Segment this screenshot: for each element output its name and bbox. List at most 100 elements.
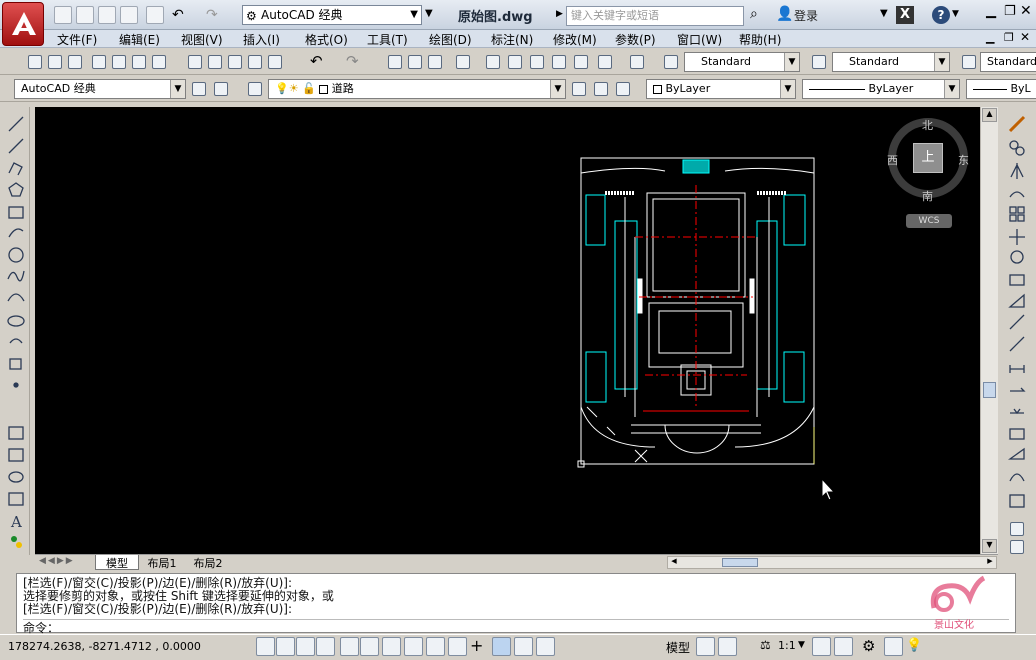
restore-window-button[interactable]: ❐ bbox=[1004, 4, 1016, 19]
selection-cycling-toggle[interactable] bbox=[536, 637, 555, 656]
minimize-window-button[interactable]: ▁ bbox=[986, 4, 996, 19]
grid-toggle[interactable] bbox=[296, 637, 315, 656]
drawing-canvas[interactable] bbox=[35, 107, 980, 554]
open-icon[interactable] bbox=[46, 53, 64, 71]
annotation-visibility-icon[interactable] bbox=[812, 637, 831, 656]
design-center-icon[interactable] bbox=[506, 53, 524, 71]
table-style-icon[interactable] bbox=[960, 53, 978, 71]
help-icon[interactable]: ? bbox=[932, 6, 950, 24]
sheet-set-icon[interactable] bbox=[550, 53, 568, 71]
calculator-icon[interactable] bbox=[596, 53, 614, 71]
application-menu-button[interactable] bbox=[2, 2, 44, 46]
zoom-previous-icon[interactable] bbox=[454, 53, 472, 71]
hscroll-thumb[interactable] bbox=[722, 558, 758, 567]
dim-style-select[interactable]: Standard ▼ bbox=[832, 52, 950, 72]
color-select[interactable]: ByLayer ▼ bbox=[646, 79, 796, 99]
transparency-toggle[interactable] bbox=[492, 637, 511, 656]
menu-tools[interactable]: 工具(T) bbox=[367, 31, 408, 48]
login-link[interactable]: 登录 bbox=[794, 7, 818, 24]
layer-properties-icon[interactable] bbox=[246, 80, 264, 98]
compass-north[interactable]: 北 bbox=[922, 117, 933, 133]
help-tool-icon[interactable] bbox=[628, 53, 646, 71]
dim-style-icon[interactable] bbox=[810, 53, 828, 71]
tool-palettes-icon[interactable] bbox=[528, 53, 546, 71]
close-window-button[interactable]: ✕ bbox=[1020, 3, 1032, 19]
menu-insert[interactable]: 插入(I) bbox=[243, 31, 280, 48]
model-space-label[interactable]: 模型 bbox=[666, 639, 690, 656]
copy-icon[interactable] bbox=[206, 53, 224, 71]
workspace-toggle-icon[interactable] bbox=[212, 80, 230, 98]
workspace-settings-icon[interactable] bbox=[190, 80, 208, 98]
properties-icon[interactable] bbox=[484, 53, 502, 71]
cut-icon[interactable] bbox=[186, 53, 204, 71]
doc-minimize-button[interactable]: ▁ bbox=[986, 31, 994, 44]
linetype-select[interactable]: ByLayer ▼ bbox=[802, 79, 960, 99]
print-icon[interactable] bbox=[146, 6, 164, 24]
menu-modify[interactable]: 修改(M) bbox=[553, 31, 597, 48]
open-file-icon[interactable] bbox=[76, 6, 94, 24]
pan-icon[interactable] bbox=[386, 53, 404, 71]
zoom-window-icon[interactable] bbox=[426, 53, 444, 71]
doc-close-button[interactable]: ✕ bbox=[1020, 30, 1030, 44]
menu-parameters[interactable]: 参数(P) bbox=[615, 31, 656, 48]
toolbar-lock-icon[interactable] bbox=[884, 637, 903, 656]
expand-arrow-icon[interactable]: ▶ bbox=[556, 9, 563, 19]
dyn-input-toggle[interactable] bbox=[448, 637, 467, 656]
tab-layout2[interactable]: 布局2 bbox=[185, 555, 231, 570]
scroll-down-icon[interactable]: ▼ bbox=[982, 539, 997, 553]
draw-order-icon[interactable] bbox=[1008, 520, 1026, 538]
menu-draw[interactable]: 绘图(D) bbox=[429, 31, 472, 48]
match-properties-icon[interactable] bbox=[246, 53, 264, 71]
save-tool-icon[interactable] bbox=[66, 53, 84, 71]
workspace-select[interactable]: ⚙ AutoCAD 经典 ▼ bbox=[242, 5, 422, 25]
quick-view-layouts-icon[interactable] bbox=[696, 637, 715, 656]
vertical-scrollbar[interactable]: ▲ ▼ bbox=[980, 107, 998, 555]
snap-mode-toggle[interactable] bbox=[276, 637, 295, 656]
compass-south[interactable]: 南 bbox=[922, 188, 933, 204]
otrack-toggle[interactable] bbox=[404, 637, 423, 656]
menu-window[interactable]: 窗口(W) bbox=[677, 31, 722, 48]
infer-constraints-toggle[interactable] bbox=[256, 637, 275, 656]
menu-view[interactable]: 视图(V) bbox=[181, 31, 223, 48]
lineweight-select[interactable]: ByL bbox=[966, 79, 1036, 99]
viewcube-face[interactable]: 上 bbox=[913, 143, 943, 173]
workspace-combo[interactable]: AutoCAD 经典 ▼ bbox=[14, 79, 186, 99]
make-current-layer-icon[interactable] bbox=[570, 80, 588, 98]
table-style-select[interactable]: Standard bbox=[980, 52, 1036, 72]
menu-dimension[interactable]: 标注(N) bbox=[491, 31, 533, 48]
quick-view-drawings-icon[interactable] bbox=[718, 637, 737, 656]
preview-icon[interactable] bbox=[110, 53, 128, 71]
annotation-scale-icon[interactable]: ⚖ bbox=[760, 638, 771, 652]
save-icon[interactable] bbox=[98, 6, 116, 24]
scroll-right-icon[interactable]: ▶ bbox=[984, 557, 996, 568]
layer-select[interactable]: 💡☀ 🔓 道路 ▼ bbox=[268, 79, 566, 99]
publish-icon[interactable] bbox=[130, 53, 148, 71]
scale-dropdown-icon[interactable]: ▼ bbox=[798, 640, 805, 650]
qat-dropdown-icon[interactable]: ▼ bbox=[425, 8, 433, 19]
doc-restore-button[interactable]: ❐ bbox=[1004, 31, 1014, 44]
user-icon[interactable]: 👤 bbox=[776, 6, 793, 22]
undo-tool-icon[interactable]: ↶ bbox=[310, 52, 323, 70]
menu-edit[interactable]: 编辑(E) bbox=[119, 31, 160, 48]
undo-icon[interactable]: ↶ bbox=[172, 7, 184, 23]
command-window[interactable]: [栏选(F)/窗交(C)/投影(P)/边(E)/删除(R)/放弃(U)]: 选择… bbox=[16, 573, 1016, 635]
annotation-scale[interactable]: 1:1 bbox=[778, 639, 796, 652]
tab-model[interactable]: 模型 bbox=[95, 555, 139, 570]
ucs-menu[interactable]: WCS bbox=[906, 214, 952, 228]
help-dropdown-icon[interactable]: ▼ bbox=[952, 9, 959, 19]
search-input[interactable]: 键入关键字或短语 bbox=[566, 6, 744, 26]
tab-layout1[interactable]: 布局1 bbox=[139, 555, 185, 570]
dropdown-icon[interactable]: ▼ bbox=[880, 8, 888, 19]
coordinate-readout[interactable]: 178274.2638, -8271.4712 , 0.0000 bbox=[8, 640, 201, 653]
markup-icon[interactable] bbox=[572, 53, 590, 71]
save-as-icon[interactable] bbox=[120, 6, 138, 24]
ducs-toggle[interactable] bbox=[426, 637, 445, 656]
scroll-left-icon[interactable]: ◀ bbox=[668, 557, 680, 568]
lineweight-toggle[interactable]: + bbox=[470, 636, 483, 655]
command-prompt[interactable]: 命令： bbox=[23, 619, 1009, 635]
tab-nav-arrows[interactable]: ◀◀▶▶ bbox=[39, 556, 75, 566]
polar-toggle[interactable] bbox=[340, 637, 359, 656]
redo-icon[interactable]: ↷ bbox=[206, 7, 218, 23]
osnap-toggle[interactable] bbox=[360, 637, 379, 656]
plot-icon[interactable] bbox=[90, 53, 108, 71]
